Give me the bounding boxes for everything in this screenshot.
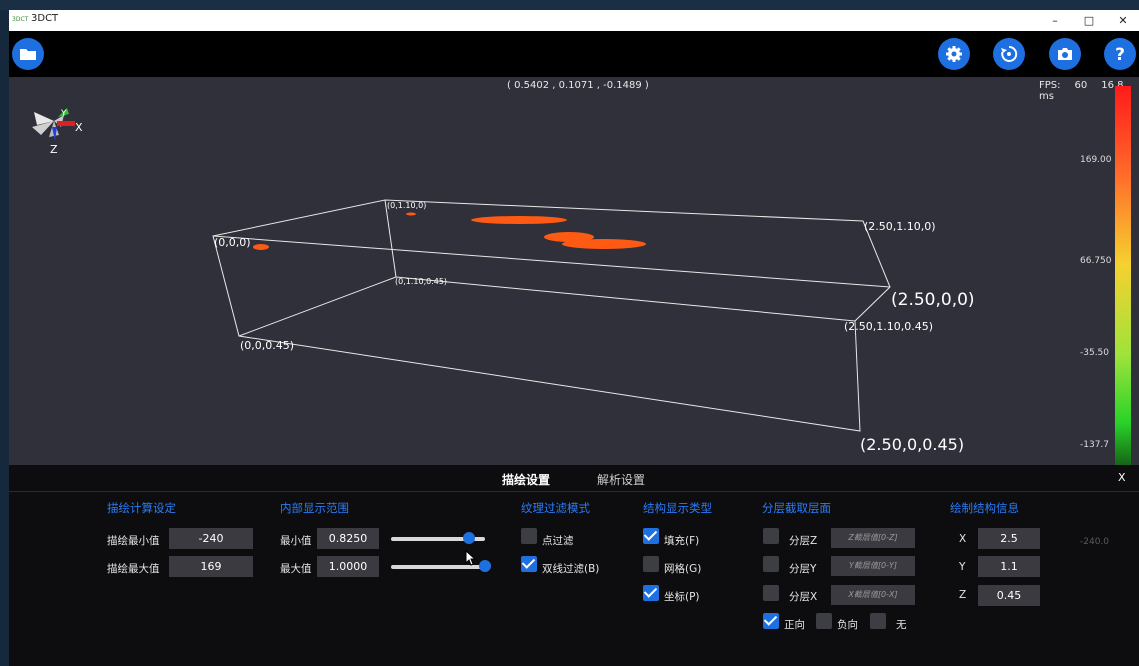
range-max-label: 最大值 (280, 563, 312, 575)
point-filter-label: 点过滤 (542, 535, 574, 547)
toolbar: ? (9, 31, 1139, 77)
fill-label: 填充(F) (664, 535, 700, 547)
fill-checkbox[interactable] (643, 528, 659, 544)
svg-text:?: ? (1115, 45, 1125, 64)
reset-view-icon (1001, 45, 1018, 62)
title-bar: 3DCT 3DCT – □ ✕ (9, 10, 1139, 31)
bilinear-filter-label: 双线过滤(B) (542, 563, 600, 575)
direction-positive-checkbox[interactable] (763, 613, 779, 629)
info-z-field[interactable]: 0.45 (978, 585, 1040, 606)
corner-label-top-back-left: (0,1.10,0) (387, 201, 426, 210)
box-corner-labels: (0,0,0) (0,1.10,0) (0,1.10,0.45) (0,0,0.… (214, 201, 975, 454)
grid-label: 网格(G) (664, 563, 702, 575)
panel-tabs: 描绘设置 解析设置 (9, 465, 1139, 492)
corner-label-right-bottom: (2.50,0,0.45) (860, 435, 964, 454)
folder-icon (20, 49, 36, 60)
direction-negative-label: 负向 (837, 619, 858, 631)
direction-negative-checkbox[interactable] (816, 613, 832, 629)
gizmo-z-label: Z (50, 143, 58, 156)
range-min-slider[interactable] (391, 532, 485, 544)
corner-label-inner-right: (2.50,1.10,0.45) (844, 320, 933, 333)
range-max-field[interactable]: 1.0000 (317, 556, 379, 577)
minimize-button[interactable]: – (1038, 10, 1072, 31)
colorbar-tick-4: -137.7 (1080, 440, 1110, 450)
layer-x-checkbox[interactable] (763, 585, 779, 601)
colorbar-tick-2: 66.750 (1080, 256, 1112, 266)
direction-none-label: 无 (896, 619, 907, 631)
gizmo-y-label: Y (60, 109, 67, 119)
section-title-structure: 结构显示类型 (643, 501, 712, 515)
direction-none-checkbox[interactable] (870, 613, 886, 629)
section-title-range: 内部显示范围 (280, 501, 349, 515)
corner-label-top-back-right: (2.50,1.10,0) (864, 220, 936, 233)
section-title-texture: 纹理过滤模式 (521, 501, 590, 515)
mouse-cursor-icon (465, 550, 477, 566)
layer-x-input[interactable]: X截层值[0-X] (831, 585, 915, 605)
app-icon: 3DCT (12, 16, 29, 23)
window-title: 3DCT (31, 13, 59, 24)
corner-label-origin: (0,0,0) (214, 236, 251, 249)
layer-y-label: 分层Y (789, 563, 817, 575)
corner-label-right-top: (2.50,0,0) (891, 290, 975, 310)
desktop-background-top (0, 0, 1139, 10)
colorbar-tick-min: -240.0 (1080, 537, 1110, 547)
colorbar-tick-3: -35.50 (1080, 348, 1110, 358)
corner-label-inner-left: (0,1.10,0.45) (395, 277, 447, 286)
info-z-label: Z (959, 589, 967, 601)
corner-label-front-left: (0,0,0.45) (240, 339, 294, 352)
scene-canvas: X Y Z (0,0,0) (0,1.10,0) (0,1.10,0.45) (… (32, 108, 975, 454)
min-value-label: 描绘最小值 (107, 535, 160, 547)
settings-panel: 描绘设置 解析设置 描绘计算设定 描绘最小值 -240 描绘最大值 169 内部… (9, 465, 1139, 666)
open-file-button[interactable] (12, 38, 44, 70)
layer-z-checkbox[interactable] (763, 528, 779, 544)
max-value-label: 描绘最大值 (107, 563, 160, 575)
min-value-field[interactable]: -240 (169, 528, 253, 549)
gear-icon (946, 46, 962, 62)
corner-axis-x-label: X (1118, 471, 1126, 484)
max-value-field[interactable]: 169 (169, 556, 253, 577)
tab-analysis-settings[interactable]: 解析设置 (597, 471, 645, 488)
layer-x-label: 分层X (789, 591, 818, 603)
3d-viewport[interactable]: ( 0.5402 , 0.1071 , -0.1489 ) FPS: 60 16.8… (9, 77, 1139, 465)
help-button[interactable]: ? (1104, 38, 1136, 70)
settings-button[interactable] (938, 38, 970, 70)
range-min-field[interactable]: 0.8250 (317, 528, 379, 549)
coordinate-label: 坐标(P) (664, 591, 700, 603)
direction-positive-label: 正向 (784, 619, 805, 631)
help-icon: ? (1115, 45, 1125, 64)
section-title-info: 绘制结构信息 (950, 501, 1019, 515)
layer-y-checkbox[interactable] (763, 556, 779, 572)
colorbar-tick-max: 169.00 (1080, 155, 1112, 165)
reset-view-button[interactable] (993, 38, 1025, 70)
info-y-label: Y (959, 561, 966, 573)
section-title-calc: 描绘计算设定 (107, 501, 176, 515)
coordinate-checkbox[interactable] (643, 585, 659, 601)
range-min-slider-thumb[interactable] (462, 532, 475, 544)
app-window: 3DCT 3DCT – □ ✕ ? (0.5402 , 0.1071 , -0… (9, 10, 1139, 666)
info-x-label: X (959, 533, 967, 545)
tab-render-settings[interactable]: 描绘设置 (502, 471, 550, 488)
layer-z-input[interactable]: Z截层值[0-Z] (831, 528, 915, 548)
maximize-button[interactable]: □ (1072, 10, 1106, 31)
close-button[interactable]: ✕ (1106, 10, 1139, 31)
info-x-field[interactable]: 2.5 (978, 528, 1040, 549)
axis-gizmo: X Y Z (32, 108, 83, 156)
info-y-field[interactable]: 1.1 (978, 556, 1040, 577)
screenshot-button[interactable] (1049, 38, 1081, 70)
layer-z-label: 分层Z (789, 535, 818, 547)
gizmo-x-label: X (75, 121, 83, 134)
section-title-layer: 分层截取层面 (762, 501, 831, 515)
camera-icon (1058, 48, 1072, 60)
range-min-label: 最小值 (280, 535, 312, 547)
layer-y-input[interactable]: Y截层值[0-Y] (831, 556, 915, 576)
range-max-slider-thumb[interactable] (479, 560, 491, 572)
desktop-background (0, 0, 9, 666)
defect-regions (253, 212, 646, 250)
grid-checkbox[interactable] (643, 556, 659, 572)
point-filter-checkbox[interactable] (521, 528, 537, 544)
color-scale-bar (1115, 86, 1131, 482)
bilinear-filter-checkbox[interactable] (521, 556, 537, 572)
